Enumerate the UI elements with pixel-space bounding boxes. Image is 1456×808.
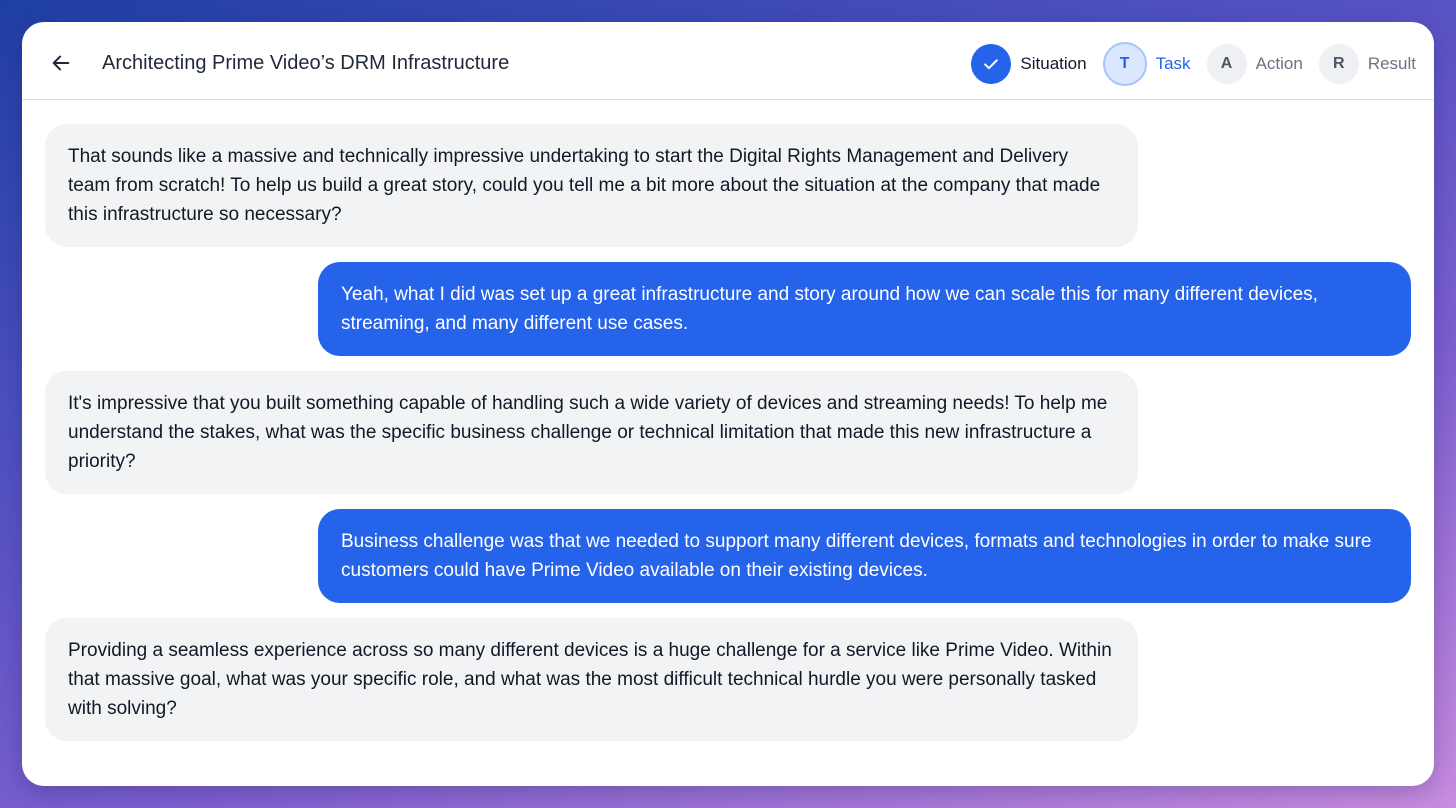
- step-task-circle: T: [1102, 42, 1147, 86]
- assistant-message: It's impressive that you built something…: [45, 371, 1138, 494]
- page-title: Architecting Prime Video’s DRM Infrastru…: [102, 52, 510, 74]
- header-bar: Architecting Prime Video’s DRM Infrastru…: [22, 22, 1434, 100]
- step-result-circle: R: [1318, 44, 1359, 84]
- user-message: Business challenge was that we needed to…: [318, 509, 1411, 603]
- step-situation-circle: [971, 44, 1012, 84]
- arrow-left-icon: [52, 55, 70, 71]
- app-window: Architecting Prime Video’s DRM Infrastru…: [22, 22, 1434, 786]
- step-result-label: Result: [1367, 54, 1416, 73]
- step-task[interactable]: T Task: [1102, 42, 1191, 86]
- step-result[interactable]: R Result: [1318, 44, 1416, 84]
- star-progress-steps: Situation T Task A Action R Result: [955, 42, 1416, 86]
- user-message: Yeah, what I did was set up a great infr…: [318, 262, 1411, 356]
- step-situation[interactable]: Situation: [971, 44, 1087, 84]
- assistant-message: Providing a seamless experience across s…: [45, 618, 1138, 741]
- check-icon: [984, 59, 999, 70]
- step-task-label: Task: [1155, 54, 1191, 73]
- step-action-label: Action: [1255, 54, 1303, 73]
- step-situation-label: Situation: [1020, 54, 1087, 73]
- back-button[interactable]: [48, 50, 74, 76]
- assistant-message: That sounds like a massive and technical…: [45, 124, 1138, 247]
- step-action-circle: A: [1206, 44, 1247, 84]
- chat-transcript[interactable]: That sounds like a massive and technical…: [22, 100, 1434, 786]
- step-action[interactable]: A Action: [1206, 44, 1303, 84]
